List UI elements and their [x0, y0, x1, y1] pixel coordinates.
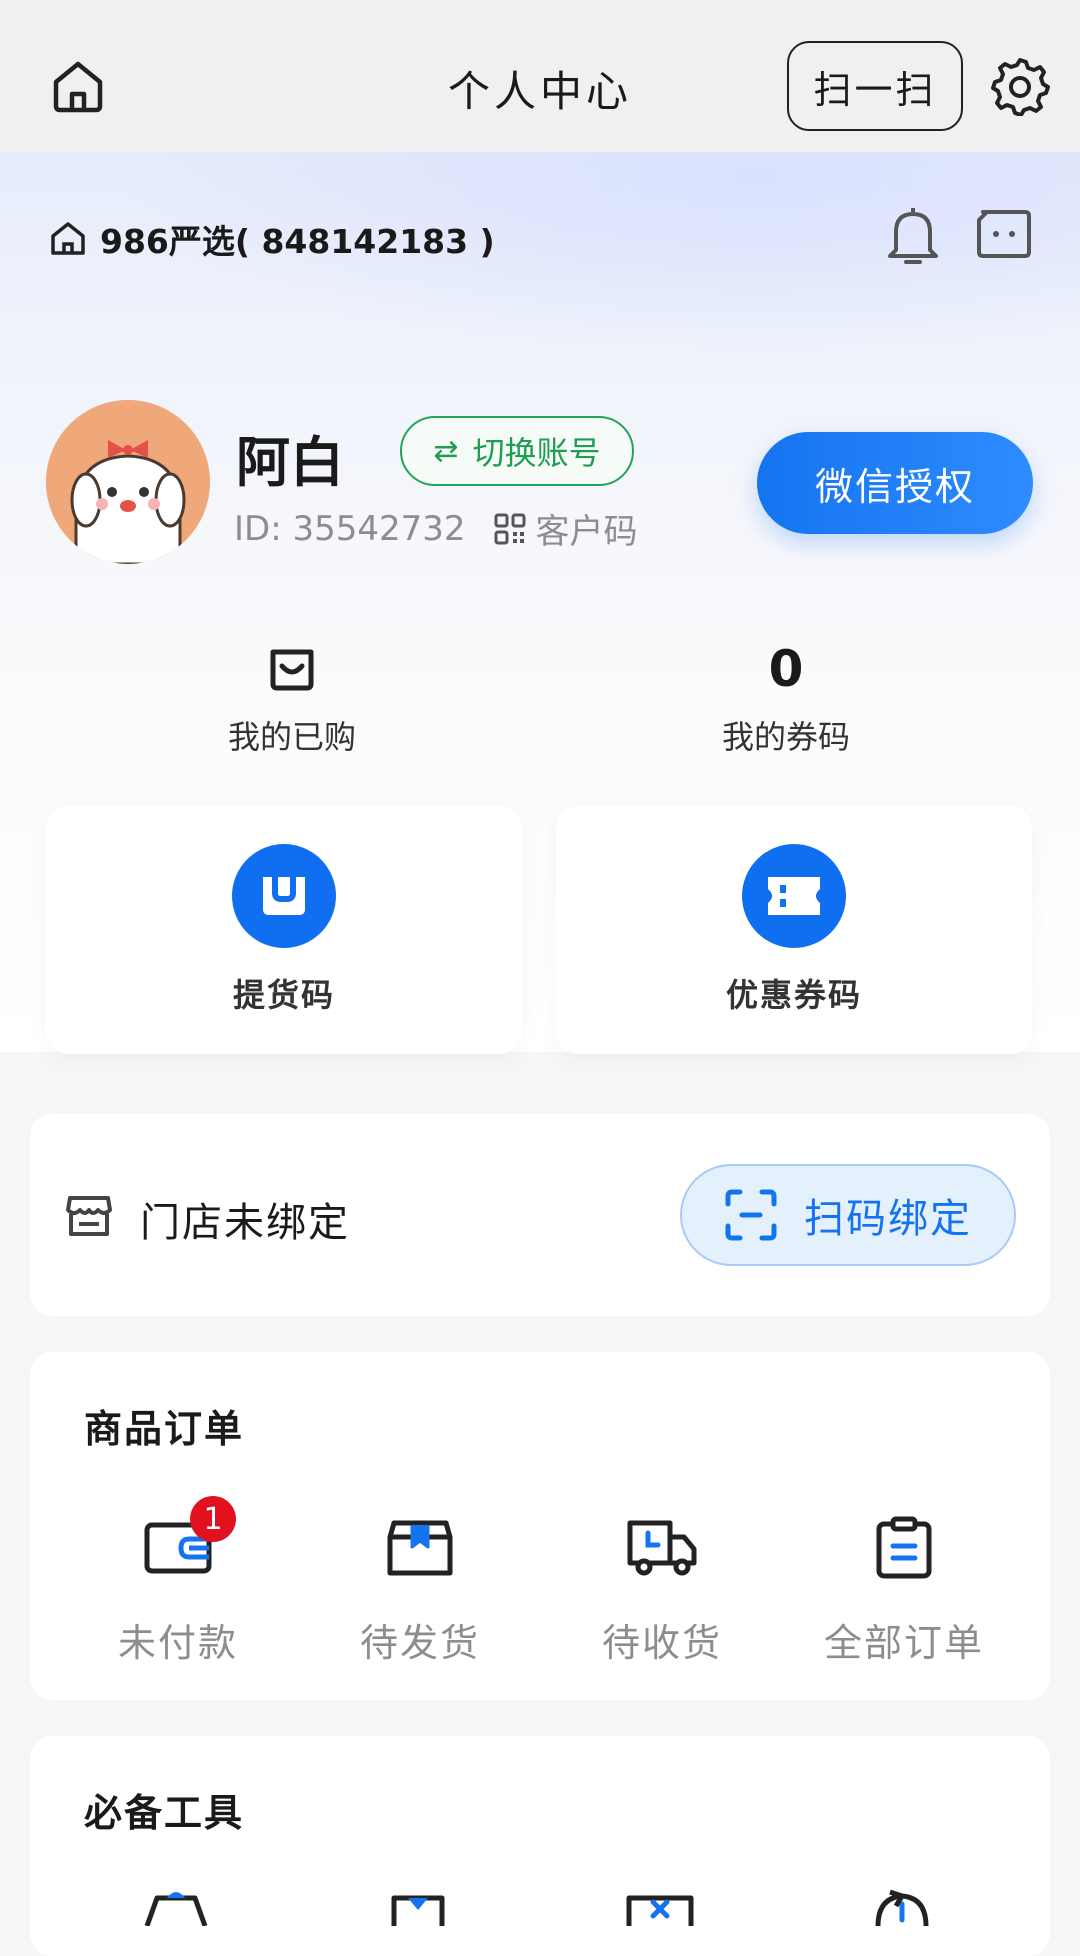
my-purchased-label: 我的已购 [227, 718, 356, 756]
tool-item-3[interactable] [600, 1886, 720, 1946]
scan-bind-button[interactable]: 扫码绑定 [680, 1164, 1016, 1266]
avatar[interactable] [46, 400, 210, 564]
my-coupons-label: 我的券码 [721, 718, 850, 756]
customer-code-label[interactable]: 客户码 [536, 504, 638, 553]
gear-icon[interactable] [990, 56, 1050, 116]
store-home-icon [51, 222, 85, 255]
tools-card: 必备工具 [30, 1736, 1050, 1956]
order-all[interactable]: 全部订单 [794, 1508, 1014, 1667]
switch-account-label: 切换账号 [472, 434, 601, 472]
bell-icon[interactable] [884, 204, 942, 268]
message-icon[interactable] [975, 208, 1033, 260]
tool-item-1[interactable] [116, 1886, 236, 1946]
user-name: 阿白 [236, 431, 344, 494]
switch-account-button[interactable]: ⇄ 切换账号 [400, 416, 634, 486]
tools-title: 必备工具 [84, 1791, 245, 1835]
truck-icon [627, 1520, 697, 1576]
tool-item-4[interactable] [842, 1886, 962, 1946]
scan-button[interactable]: 扫一扫 [787, 41, 963, 131]
order-to-receive[interactable]: 待收货 [552, 1508, 772, 1667]
order-to-receive-label: 待收货 [601, 1621, 722, 1665]
clipboard-icon [876, 1516, 932, 1579]
unpaid-badge: 1 [190, 1496, 236, 1542]
pickup-code-label: 提货码 [232, 976, 335, 1014]
store-status: 门店未绑定 [140, 1200, 350, 1246]
pickup-code-icon [232, 844, 336, 948]
my-coupons-count: 0 [768, 640, 804, 698]
store-binding-card: 门店未绑定 扫码绑定 [30, 1114, 1050, 1316]
order-unpaid[interactable]: 1 未付款 [68, 1496, 288, 1667]
shopping-bag-icon [270, 649, 314, 691]
envelope-icon [626, 1895, 694, 1926]
coupon-code-label: 优惠券码 [725, 976, 862, 1014]
top-bar: 个人中心 扫一扫 [0, 0, 1080, 152]
my-coupons[interactable]: 0 我的券码 [636, 638, 936, 758]
user-id: ID: 35542732 [234, 508, 466, 549]
order-unpaid-label: 未付款 [117, 1621, 238, 1665]
my-purchased[interactable]: 我的已购 [142, 638, 442, 758]
shop-info[interactable]: 986严选( 848142183 ) [48, 214, 495, 264]
coupon-code-card[interactable]: 优惠券码 [556, 806, 1032, 1054]
qr-code-icon[interactable] [494, 513, 526, 545]
swap-icon: ⇄ [433, 433, 459, 469]
scan-frame-icon [725, 1189, 777, 1241]
wechat-auth-button[interactable]: 微信授权 [757, 432, 1033, 534]
order-to-ship-label: 待发货 [359, 1621, 480, 1665]
bag-check-icon [391, 1895, 445, 1926]
user-id-row: ID: 35542732 客户码 [234, 504, 638, 553]
scan-bind-label: 扫码绑定 [804, 1196, 972, 1242]
tool-item-2[interactable] [358, 1886, 478, 1946]
orders-title: 商品订单 [84, 1407, 245, 1451]
shop-name: 986严选( 848142183 ) [100, 222, 495, 261]
orders-card: 商品订单 1 未付款 待发货 待收货 全部订单 [30, 1352, 1050, 1700]
order-all-label: 全部订单 [823, 1621, 984, 1665]
order-to-ship[interactable]: 待发货 [310, 1508, 530, 1667]
bag-tool-icon [144, 1892, 208, 1926]
store-icon [66, 1196, 112, 1236]
box-icon [387, 1520, 453, 1576]
coupon-ticket-icon [742, 844, 846, 948]
pickup-code-card[interactable]: 提货码 [46, 806, 522, 1054]
refresh-clock-icon [875, 1889, 929, 1926]
